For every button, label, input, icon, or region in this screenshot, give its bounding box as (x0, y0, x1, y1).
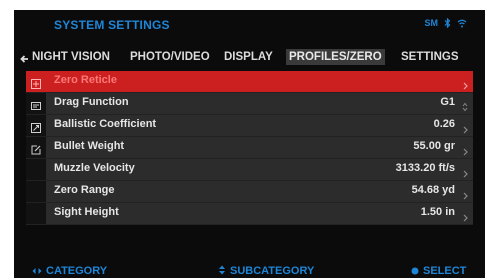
back-arrow-icon[interactable] (20, 51, 29, 69)
tab-display[interactable]: DISPLAY (224, 49, 273, 65)
status-label: SM (424, 18, 439, 28)
row-bullet-weight[interactable]: Bullet Weight 55.00 gr (26, 137, 473, 159)
hint-subcategory: SUBCATEGORY (218, 262, 314, 278)
hint-category-label: CATEGORY (46, 265, 108, 277)
hint-select-label: SELECT (423, 265, 467, 277)
drag-function-icon (31, 98, 41, 116)
row-label: Drag Function (54, 96, 129, 108)
row-sight-height[interactable]: Sight Height 1.50 in (26, 203, 473, 225)
select-dot-icon (411, 262, 419, 278)
device-screen: SYSTEM SETTINGS SM NIGHT VISION PHOTO/VI… (14, 10, 485, 278)
hint-category: CATEGORY (32, 262, 107, 278)
up-down-arrows-icon (218, 262, 226, 278)
row-zero-range[interactable]: Zero Range 54.68 yd (26, 181, 473, 203)
row-label: Zero Reticle (54, 74, 117, 86)
chevron-right-icon (463, 209, 468, 227)
row-muzzle-velocity[interactable]: Muzzle Velocity 3133.20 ft/s (26, 159, 473, 181)
edit-icon (31, 142, 41, 160)
row-value: 1.50 in (420, 206, 455, 218)
row-drag-function[interactable]: Drag Function G1 (26, 93, 473, 115)
top-bar: SYSTEM SETTINGS SM (14, 10, 485, 38)
row-label: Ballistic Coefficient (54, 118, 157, 130)
row-value: 0.26 (433, 118, 455, 130)
bluetooth-icon (444, 18, 451, 28)
row-value: 54.68 yd (411, 184, 455, 196)
bottom-hint-bar: CATEGORY SUBCATEGORY SELECT (14, 260, 485, 278)
status-area: SM (425, 18, 468, 28)
row-label: Muzzle Velocity (54, 162, 135, 174)
row-label: Zero Range (54, 184, 115, 196)
row-zero-reticle[interactable]: Zero Reticle (26, 71, 473, 93)
crosshair-icon (31, 76, 41, 94)
wifi-icon (457, 19, 467, 28)
ballistic-icon (31, 120, 41, 138)
tab-profiles-zero[interactable]: PROFILES/ZERO (286, 49, 385, 65)
tab-photo-video[interactable]: PHOTO/VIDEO (130, 49, 210, 65)
row-label: Sight Height (54, 206, 119, 218)
row-label: Bullet Weight (54, 140, 125, 152)
left-right-arrows-icon (32, 262, 42, 278)
hint-select: SELECT (411, 262, 466, 278)
row-value: G1 (440, 96, 455, 108)
row-ballistic-coefficient[interactable]: Ballistic Coefficient 0.26 (26, 115, 473, 137)
tab-bar: NIGHT VISION PHOTO/VIDEO DISPLAY PROFILE… (14, 46, 485, 70)
tab-settings[interactable]: SETTINGS (401, 49, 459, 65)
screen-title: SYSTEM SETTINGS (54, 18, 170, 32)
tab-night-vision[interactable]: NIGHT VISION (32, 49, 110, 65)
row-value: 55.00 gr (413, 140, 455, 152)
hint-subcategory-label: SUBCATEGORY (230, 265, 315, 277)
row-value: 3133.20 ft/s (395, 162, 455, 174)
settings-list: Zero Reticle Drag Function G1 Ballistic … (26, 71, 473, 225)
